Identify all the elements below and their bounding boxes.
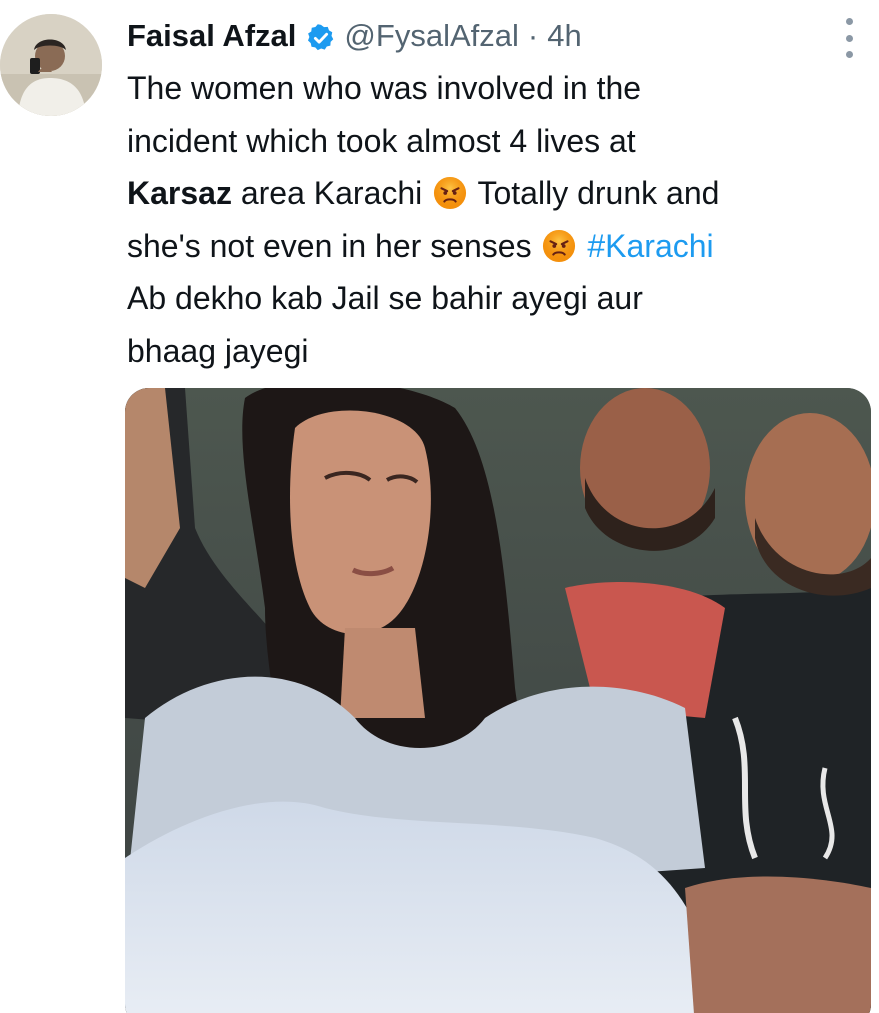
- tweet-text-line: bhaag jayegi: [127, 332, 309, 369]
- separator-dot: ·: [527, 18, 539, 53]
- tweet-text: The women who was involved in the incide…: [127, 62, 872, 377]
- tweet-text-line: Ab dekho kab Jail se bahir ayegi aur: [127, 280, 643, 316]
- tweet-text-fragment: area Karachi: [231, 175, 432, 211]
- tweet-text-fragment: she's not even in her senses: [127, 227, 541, 264]
- verified-badge-icon: [306, 21, 336, 51]
- angry-face-emoji-icon: [542, 226, 576, 262]
- display-name[interactable]: Faisal Afzal: [127, 14, 296, 58]
- tweet-header: Faisal Afzal @FysalAfzal · 4h: [127, 14, 582, 58]
- tweet-media-photo[interactable]: [125, 388, 871, 1013]
- tweet-text-line: incident which took almost 4 lives at: [127, 122, 636, 159]
- handle[interactable]: @FysalAfzal: [344, 14, 518, 58]
- hashtag-link[interactable]: #Karachi: [587, 228, 713, 264]
- avatar[interactable]: [0, 14, 102, 116]
- timestamp[interactable]: 4h: [547, 14, 581, 58]
- tweet-card[interactable]: Faisal Afzal @FysalAfzal · 4h The women …: [0, 0, 879, 1013]
- tweet-text-fragment: Totally drunk and: [469, 175, 720, 211]
- tweet-text-line: she's not even in her senses #Karachi: [127, 220, 872, 273]
- bold-text-karsaz: Karsaz: [127, 175, 232, 211]
- angry-face-emoji-icon: [433, 173, 467, 210]
- tweet-text-line: The women who was involved in the: [127, 70, 642, 106]
- more-options-icon[interactable]: [837, 18, 861, 58]
- tweet-text-line: Karsaz area Karachi Totally drunk and: [127, 167, 872, 220]
